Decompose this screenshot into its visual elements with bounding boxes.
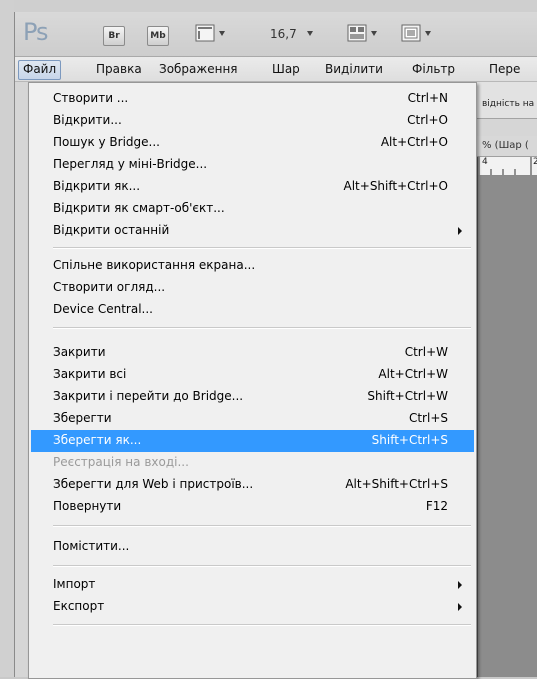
- launch-mini-bridge-button[interactable]: Mb: [147, 26, 169, 46]
- menu-item-share-my-screen[interactable]: Спільне використання екрана...: [31, 255, 474, 277]
- frame-left-line: [14, 12, 15, 677]
- menu-item-label: Помістити...: [53, 539, 130, 553]
- menu-file[interactable]: Файл: [18, 60, 62, 80]
- menu-item-shortcut: Ctrl+N: [407, 91, 448, 105]
- menu-separator: [53, 624, 471, 626]
- menu-item-device-central[interactable]: Device Central...: [31, 299, 474, 321]
- menu-item-label: Відкрити як смарт-об'єкт...: [53, 201, 225, 215]
- arrange-chevron-down-icon[interactable]: [371, 31, 377, 36]
- menu-item-shortcut: Alt+Shift+Ctrl+O: [343, 179, 448, 193]
- submenu-arrow-icon: [458, 581, 462, 589]
- menu-item-shortcut: F12: [425, 499, 448, 513]
- menu-item-shortcut: Alt+Ctrl+O: [380, 135, 448, 149]
- canvas-area: [477, 176, 537, 677]
- menu-edit[interactable]: Правка: [92, 60, 146, 78]
- menu-item-import[interactable]: Імпорт: [31, 574, 474, 596]
- menu-item-close[interactable]: Закрити Ctrl+W: [31, 342, 474, 364]
- menu-item-open-as-smart-object[interactable]: Відкрити як смарт-об'єкт...: [31, 198, 474, 220]
- launch-bridge-button[interactable]: Br: [103, 26, 125, 46]
- menu-item-close-all[interactable]: Закрити всі Alt+Ctrl+W: [31, 364, 474, 386]
- menu-item-shortcut: Alt+Ctrl+W: [378, 367, 448, 381]
- menu-item-label: Зберегти: [53, 411, 112, 425]
- menu-item-shortcut: Shift+Ctrl+W: [367, 389, 448, 403]
- menu-item-open-as[interactable]: Відкрити як... Alt+Shift+Ctrl+O: [31, 176, 474, 198]
- photoshop-logo: Ps: [23, 18, 49, 46]
- menu-item-label: Створити ...: [53, 91, 129, 105]
- menu-select[interactable]: Виділити: [321, 60, 387, 78]
- menu-layer[interactable]: Шар: [268, 60, 304, 78]
- screen-mode-chevron-down-icon[interactable]: [425, 31, 431, 36]
- screen-mode-icon[interactable]: [401, 24, 421, 42]
- menu-image[interactable]: Зображення: [155, 60, 242, 78]
- horizontal-ruler: 4 2: [477, 157, 537, 176]
- file-menu-dropdown: Створити ... Ctrl+N Відкрити... Ctrl+O Пош…: [28, 82, 477, 679]
- menu-item-open[interactable]: Відкрити... Ctrl+O: [31, 110, 474, 132]
- menu-item-open-recent[interactable]: Відкрити останній: [31, 220, 474, 242]
- menu-item-label: Створити огляд...: [53, 280, 166, 294]
- menu-item-label: Імпорт: [53, 577, 96, 591]
- frame-left: [0, 0, 14, 677]
- menu-item-label: Відкрити останній: [53, 223, 170, 237]
- menu-item-shortcut: Shift+Ctrl+S: [371, 433, 448, 447]
- menu-separator: [53, 247, 471, 249]
- menu-item-label: Зберегти для Web і пристроїв...: [53, 477, 254, 491]
- arrange-documents-icon[interactable]: [347, 24, 367, 42]
- menu-item-shortcut: Ctrl+S: [408, 411, 448, 425]
- menu-item-label: Device Central...: [53, 302, 153, 316]
- menu-item-label: Спільне використання екрана...: [53, 258, 256, 272]
- application-bar: Ps Br Mb 16,7: [15, 12, 537, 57]
- submenu-arrow-icon: [458, 227, 462, 235]
- menu-item-label: Повернути: [53, 499, 122, 513]
- menu-item-new[interactable]: Створити ... Ctrl+N: [31, 88, 474, 110]
- menu-item-create-review[interactable]: Створити огляд...: [31, 277, 474, 299]
- frame-top: [0, 0, 537, 12]
- menu-item-browse-in-bridge[interactable]: Пошук у Bridge... Alt+Ctrl+O: [31, 132, 474, 154]
- menu-item-label: Відкрити як...: [53, 179, 141, 193]
- menu-item-label: Експорт: [53, 599, 105, 613]
- menu-item-label: Реєстрація на вході...: [53, 455, 189, 469]
- menu-item-export[interactable]: Експорт: [31, 596, 474, 618]
- menu-view-partial[interactable]: Пере: [485, 60, 524, 78]
- menu-item-shortcut: Ctrl+O: [407, 113, 448, 127]
- menu-separator: [53, 525, 471, 527]
- zoom-level[interactable]: 16,7: [270, 27, 297, 41]
- menu-filter[interactable]: Фільтр: [408, 60, 459, 78]
- menu-item-label: Перегляд у міні-Bridge...: [53, 157, 208, 171]
- document-tab-title: % (Шар (: [482, 140, 529, 151]
- menu-item-close-and-go-to-bridge[interactable]: Закрити і перейти до Bridge... Shift+Ctrl…: [31, 386, 474, 408]
- menu-separator: [53, 565, 471, 567]
- view-extras-icon[interactable]: [195, 24, 215, 42]
- menu-item-shortcut: Ctrl+W: [404, 345, 448, 359]
- menu-item-save[interactable]: Зберегти Ctrl+S: [31, 408, 474, 430]
- menu-bar: Файл Правка Зображення Шар Виділити Філь…: [15, 57, 537, 82]
- zoom-chevron-down-icon[interactable]: [307, 31, 313, 36]
- menu-item-label: Відкрити...: [53, 113, 122, 127]
- menu-item-label: Зберегти як...: [53, 433, 142, 447]
- options-bar-text: відність на: [482, 99, 535, 109]
- ruler-ticks: [478, 157, 532, 175]
- menu-item-place[interactable]: Помістити...: [31, 536, 474, 558]
- canvas-edge: [477, 157, 478, 677]
- menu-item-label: Закрити всі: [53, 367, 127, 381]
- menu-item-check-in: Реєстрація на вході...: [31, 452, 474, 474]
- menu-item-save-as[interactable]: Зберегти як... Shift+Ctrl+S: [31, 430, 474, 452]
- menu-item-label: Закрити і перейти до Bridge...: [53, 389, 244, 403]
- menu-item-label: Закрити: [53, 345, 106, 359]
- menu-item-revert[interactable]: Повернути F12: [31, 496, 474, 518]
- menu-item-label: Пошук у Bridge...: [53, 135, 160, 149]
- menu-item-save-for-web[interactable]: Зберегти для Web і пристроїв... Alt+Shift…: [31, 474, 474, 496]
- submenu-arrow-icon: [458, 603, 462, 611]
- view-extras-chevron-down-icon[interactable]: [219, 31, 225, 36]
- menu-item-browse-in-mini-bridge[interactable]: Перегляд у міні-Bridge...: [31, 154, 474, 176]
- menu-item-shortcut: Alt+Shift+Ctrl+S: [345, 477, 448, 491]
- menu-separator: [53, 327, 471, 329]
